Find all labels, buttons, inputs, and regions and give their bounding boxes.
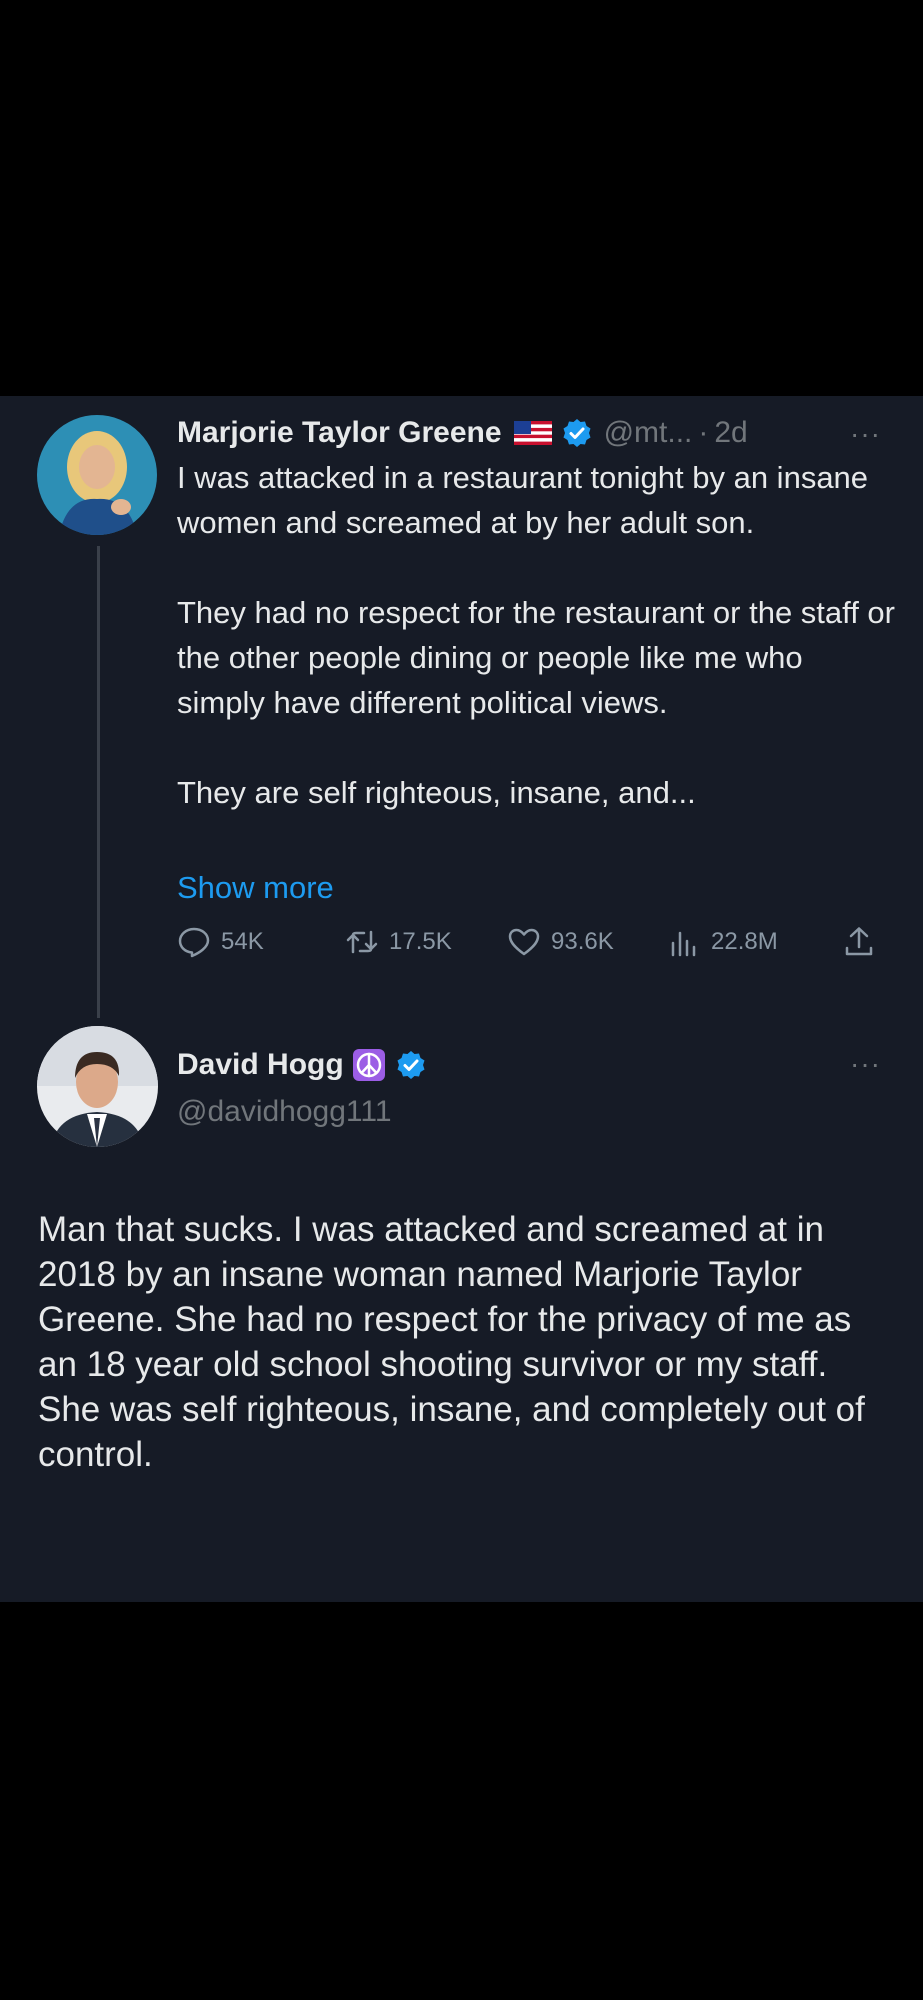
tweet-header: Marjorie Taylor Greene @mt... · 2d [177, 414, 882, 452]
show-more-link[interactable]: Show more [177, 865, 334, 910]
views-count: 22.8M [711, 928, 778, 955]
thread-connector-line [97, 546, 100, 1018]
retweet-icon [346, 930, 378, 954]
mtg-avatar-image [37, 415, 157, 535]
tweet-paragraph: They had no respect for the restaurant o… [177, 595, 895, 720]
reply-button[interactable]: 54K [177, 925, 264, 959]
peace-sign-icon [352, 1048, 386, 1082]
tweet-paragraph: I was attacked in a restaurant tonight b… [177, 460, 869, 540]
avatar[interactable] [37, 415, 157, 535]
verified-badge-icon [562, 418, 592, 448]
tweet-paragraph: They are self righteous, insane, and... [177, 775, 696, 810]
tweet-text: I was attacked in a restaurant tonight b… [177, 455, 897, 815]
like-count: 93.6K [551, 928, 614, 955]
heart-icon [508, 928, 540, 956]
reply-count: 54K [221, 928, 264, 955]
tweet-paragraph: Man that sucks. I was attacked and screa… [38, 1210, 852, 1384]
tweet-header: David Hogg [177, 1045, 426, 1085]
retweet-button[interactable]: 17.5K [345, 925, 452, 959]
handle[interactable]: @davidhogg111 [177, 1092, 392, 1132]
handle[interactable]: @mt... [604, 418, 693, 448]
more-options-icon[interactable]: ··· [850, 420, 881, 448]
dh-avatar-image [37, 1026, 158, 1147]
share-icon [845, 927, 873, 956]
retweet-count: 17.5K [389, 928, 452, 955]
display-name[interactable]: David Hogg [177, 1048, 344, 1082]
tweet-text: Man that sucks. I was attacked and screa… [38, 1207, 898, 1477]
views-button[interactable]: 22.8M [667, 925, 778, 959]
separator-dot: · [698, 416, 709, 449]
more-options-icon[interactable]: ··· [850, 1050, 881, 1078]
like-button[interactable]: 93.6K [507, 925, 614, 959]
us-flag-icon [513, 421, 552, 445]
verified-badge-icon [396, 1050, 426, 1080]
avatar[interactable] [37, 1026, 158, 1147]
views-icon [671, 931, 696, 957]
tweet-actions-bar: 54K 17.5K 93.6K 22.8M [177, 925, 889, 969]
tweet-paragraph: She was self righteous, insane, and comp… [38, 1390, 865, 1474]
timestamp[interactable]: 2d [714, 418, 747, 448]
reply-icon [178, 927, 210, 958]
display-name[interactable]: Marjorie Taylor Greene [177, 418, 502, 448]
share-button[interactable] [842, 925, 886, 959]
